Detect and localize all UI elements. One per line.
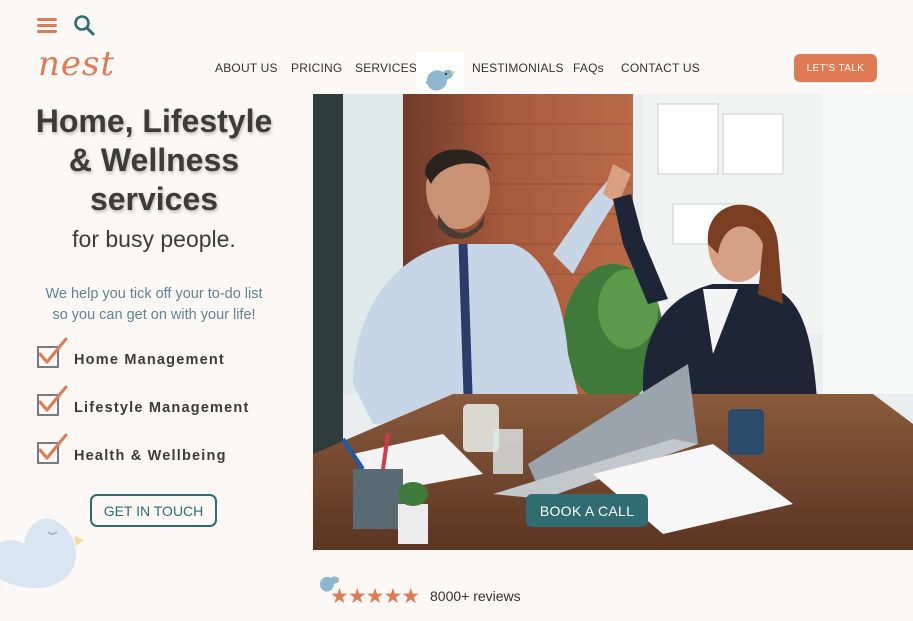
search-icon[interactable] <box>73 14 95 36</box>
checklist-label: Lifestyle Management <box>74 400 250 416</box>
book-a-call-button[interactable]: BOOK A CALL <box>526 494 648 527</box>
nav-nestimonials[interactable]: NESTIMONIALS <box>472 61 564 75</box>
list-item: Health & Wellbeing <box>37 433 250 490</box>
nav-about-us[interactable]: ABOUT US <box>215 61 278 75</box>
service-checklist: Home Management Lifestyle Management Hea… <box>37 337 250 490</box>
hero-subtitle: for busy people. <box>72 226 236 252</box>
hero-help-text: We help you tick off your to-do list so … <box>45 286 263 323</box>
checkbox-icon <box>37 385 68 416</box>
nav-contact-us[interactable]: CONTACT US <box>621 61 700 75</box>
nav-services[interactable]: SERVICES <box>355 61 417 75</box>
rating-stars: ★★★★★ <box>330 585 420 608</box>
checkbox-icon <box>37 337 68 368</box>
nav-faqs[interactable]: FAQs <box>573 61 604 75</box>
hero-photo <box>313 94 913 550</box>
bird-icon <box>425 69 456 91</box>
checklist-label: Health & Wellbeing <box>74 448 227 464</box>
checkbox-icon <box>37 433 68 464</box>
top-icon-bar <box>37 14 95 36</box>
checklist-label: Home Management <box>74 352 225 368</box>
reviews-summary: ★★★★★ 8000+ reviews <box>318 574 558 608</box>
menu-icon[interactable] <box>37 17 57 33</box>
hero-title: Home, Lifestyle & Wellness services <box>35 103 273 217</box>
review-count: 8000+ reviews <box>430 588 521 604</box>
get-in-touch-button[interactable]: GET IN TOUCH <box>90 494 217 527</box>
bird-icon <box>0 518 84 589</box>
nav-pricing[interactable]: PRICING <box>291 61 342 75</box>
lets-talk-button[interactable]: LET'S TALK <box>794 54 877 82</box>
